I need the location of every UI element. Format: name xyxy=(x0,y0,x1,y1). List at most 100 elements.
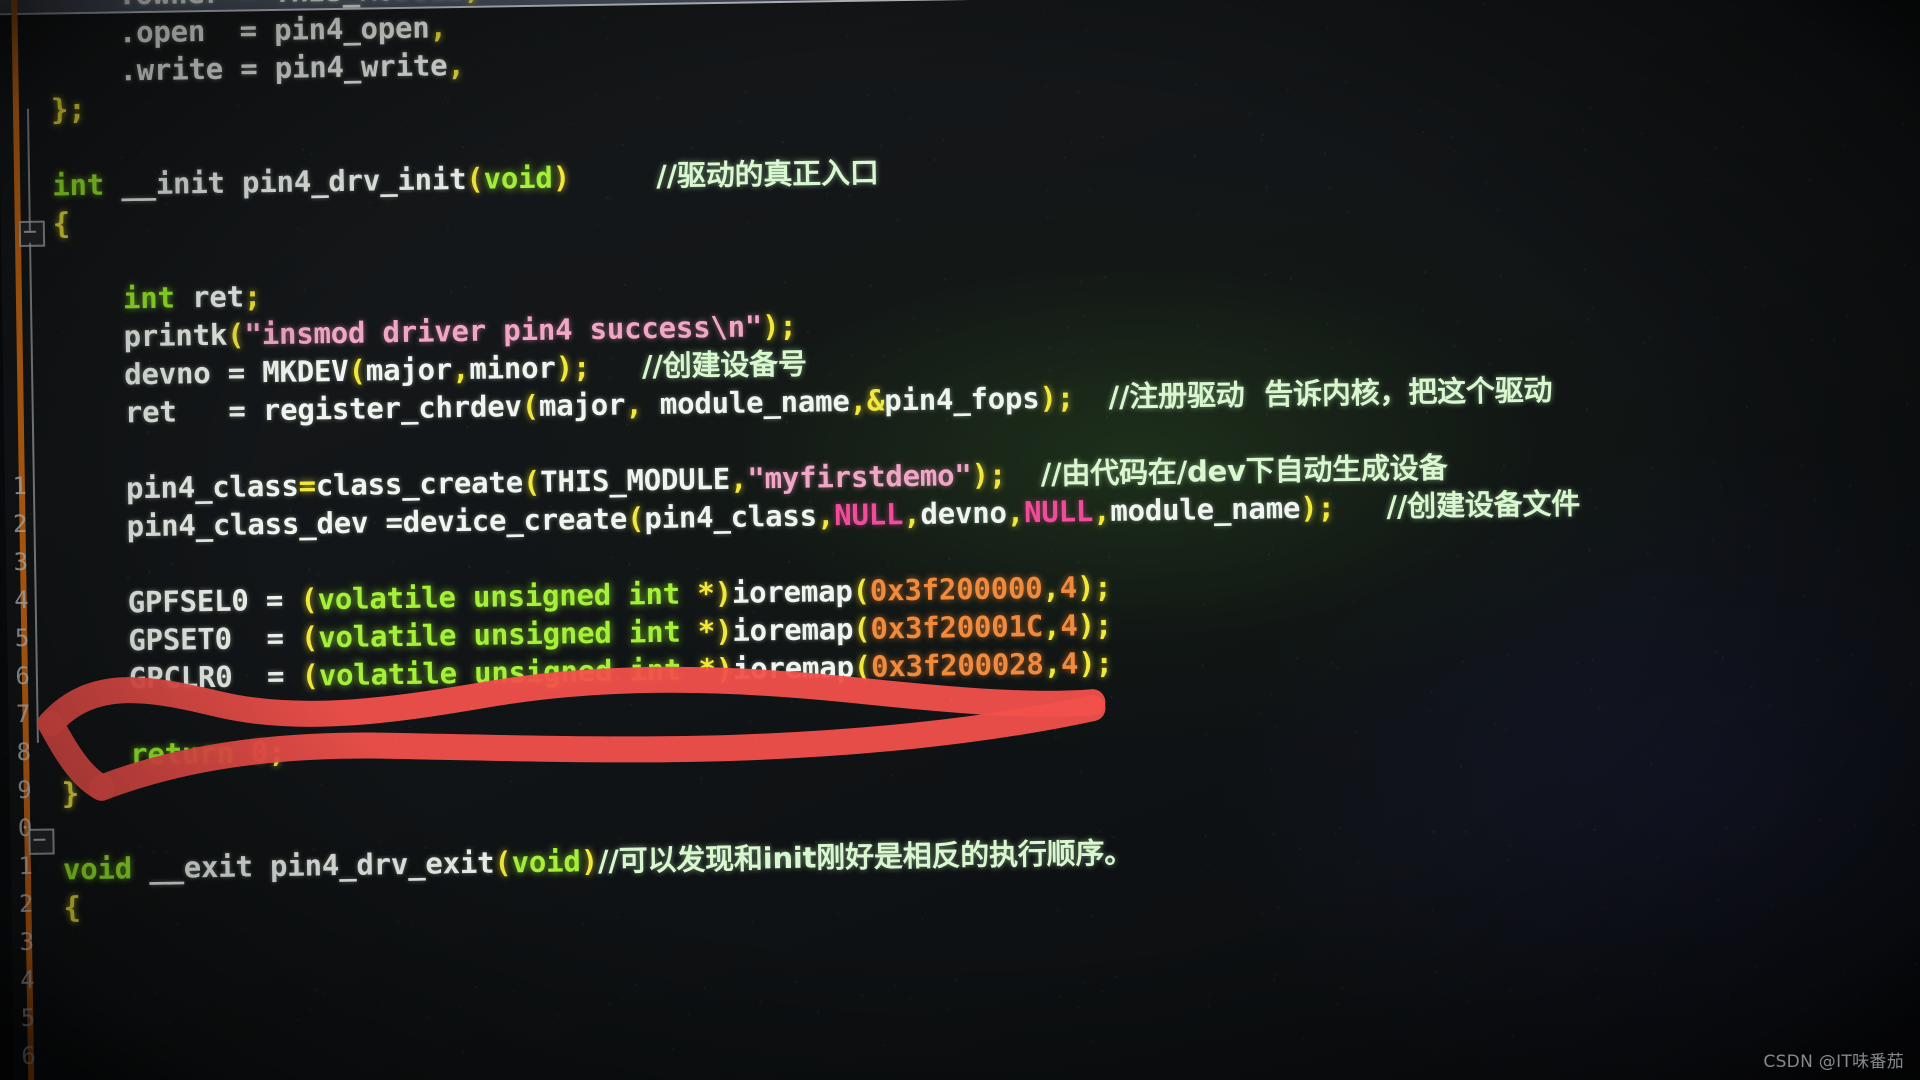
code-token: , xyxy=(1043,646,1062,681)
code-token: ; xyxy=(243,279,262,314)
code-token: , xyxy=(1042,570,1060,605)
code-token: ); xyxy=(971,457,1007,493)
fold-guide-struct xyxy=(26,108,31,231)
line-number xyxy=(0,353,25,392)
code-token: "insmod driver pin4 success\n" xyxy=(244,309,763,352)
line-number: 7 xyxy=(15,699,31,729)
code-token: ( xyxy=(521,388,540,424)
code-token: pin4_class xyxy=(56,468,299,507)
fold-marker-exit[interactable] xyxy=(28,828,55,855)
fold-marker-init[interactable] xyxy=(18,220,46,247)
code-token: devno xyxy=(920,495,1008,531)
line-number xyxy=(0,391,26,430)
line-number xyxy=(0,125,22,164)
code-token: , xyxy=(902,496,921,532)
code-token: { xyxy=(52,206,71,241)
code-token: printk xyxy=(54,317,228,355)
code-token: devno = MKDEV xyxy=(54,353,349,393)
code-token: ret = register_chrdev xyxy=(55,389,522,431)
code-token: __init pin4_drv_init xyxy=(103,161,467,202)
code-token: pin4_open xyxy=(273,10,430,47)
code-token: *) xyxy=(679,575,733,611)
line-number: 4 xyxy=(14,585,29,615)
code-token: __exit pin4_drv_exit xyxy=(131,845,495,886)
line-number: 3 xyxy=(19,927,35,957)
code-token: 0x3f200028 xyxy=(870,646,1044,684)
code-token: ( xyxy=(853,649,872,684)
code-token: , xyxy=(429,10,447,45)
code-token: { xyxy=(63,890,82,925)
code-token: .write = xyxy=(50,50,275,89)
code-token: volatile unsigned int xyxy=(317,614,681,655)
code-token: minor xyxy=(469,350,556,386)
code-token: ) xyxy=(580,843,599,879)
code-token: NULL xyxy=(833,497,904,533)
code-token: ( xyxy=(226,317,245,352)
line-number: 5 xyxy=(20,1003,36,1033)
line-number: 2 xyxy=(12,509,28,539)
code-token: GPFSEL0 = xyxy=(58,582,301,621)
fold-guide-init xyxy=(29,242,39,743)
line-number: 6 xyxy=(15,661,31,691)
code-token: THIS_MODULE xyxy=(539,461,731,499)
code-token: 4 xyxy=(1059,570,1078,605)
line-number: 8 xyxy=(16,737,32,767)
code-token: , xyxy=(1042,608,1061,643)
code-token: }; xyxy=(50,91,86,127)
code-token: ret xyxy=(174,279,245,315)
photo-of-monitor: ■ test1.c test0.c ▲ 新文件 4 ■ 新文件 12345678… xyxy=(0,0,1920,1080)
code-token: ( xyxy=(852,573,871,608)
line-number xyxy=(0,277,24,316)
line-number xyxy=(0,49,21,88)
line-number: 3 xyxy=(13,547,29,577)
line-number: 7 xyxy=(0,1075,37,1080)
code-token: .open = xyxy=(49,12,275,51)
code-token: 0x3f20001C xyxy=(870,608,1044,646)
code-token: , xyxy=(729,461,748,496)
code-token: module_name xyxy=(1110,490,1301,528)
code-token: , xyxy=(816,498,835,533)
line-number xyxy=(0,315,25,354)
code-token: int xyxy=(122,280,176,316)
code-token: & xyxy=(866,383,885,418)
monitor-screen: ■ test1.c test0.c ▲ 新文件 4 ■ 新文件 12345678… xyxy=(0,0,1920,1080)
code-token: ); xyxy=(1077,607,1113,643)
line-number: 6 xyxy=(21,1041,37,1071)
code-token: , xyxy=(849,383,868,418)
line-number: 2 xyxy=(18,889,34,919)
line-number: 9 xyxy=(16,775,32,805)
code-editor-text[interactable]: .owner = THIS_MODULE, .open = pin4_open,… xyxy=(49,0,1920,926)
code-token: ( xyxy=(852,611,871,646)
code-token: = xyxy=(298,468,317,503)
code-token: , xyxy=(447,47,465,83)
code-token: , xyxy=(451,351,470,387)
code-token: module_name xyxy=(642,383,850,422)
code-token: ( xyxy=(466,161,484,196)
code-token: ( xyxy=(300,582,318,617)
code-token: *) xyxy=(680,651,734,687)
code-token: void xyxy=(62,851,133,887)
code-token: pin4_class xyxy=(644,498,818,536)
code-token: GPSET0 = xyxy=(59,620,302,659)
csdn-watermark: CSDN @IT味番茄 xyxy=(1763,1052,1904,1072)
line-number: 4 xyxy=(19,965,35,995)
code-token: pin4_write xyxy=(274,48,448,85)
code-token: //注册驱动 告诉内核，把这个驱动 xyxy=(1108,372,1553,414)
code-token: ( xyxy=(348,353,367,388)
code-token: , xyxy=(463,0,481,6)
code-token: , xyxy=(1092,493,1111,529)
code-token: ( xyxy=(300,620,319,655)
code-token: ); xyxy=(1299,490,1335,525)
code-token: 0x3f200000 xyxy=(869,570,1043,608)
line-number xyxy=(0,11,20,50)
code-token: "myfirstdemo" xyxy=(747,458,972,496)
code-token: ( xyxy=(626,501,645,536)
code-token: pin4_fops xyxy=(883,380,1040,418)
code-token: return xyxy=(129,735,234,772)
code-token: ioremap xyxy=(731,573,853,610)
